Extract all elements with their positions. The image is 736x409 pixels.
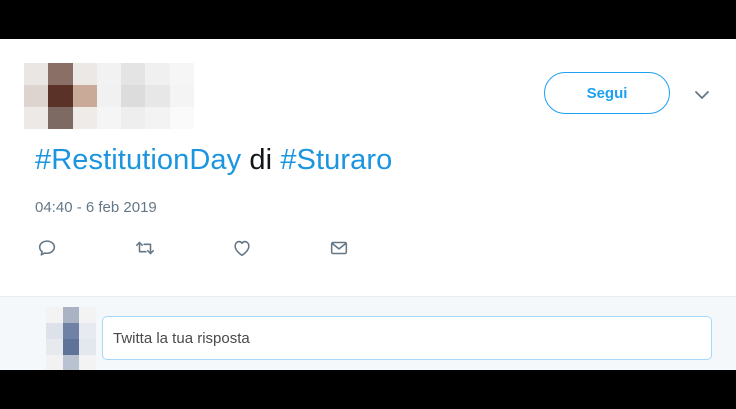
tweet-connector: di	[241, 144, 281, 176]
blurred-author-block	[24, 63, 194, 129]
message-icon[interactable]	[328, 237, 352, 261]
reply-icon[interactable]	[36, 237, 60, 261]
reply-section	[0, 296, 736, 370]
blurred-avatar	[46, 307, 96, 370]
chevron-down-icon[interactable]	[692, 87, 712, 103]
letterbox-top	[0, 0, 736, 39]
reply-input[interactable]	[102, 316, 712, 360]
tweet-text: #RestitutionDay di #Sturaro	[35, 144, 392, 177]
tweet-timestamp[interactable]: 04:40 - 6 feb 2019	[35, 199, 157, 216]
hashtag-link[interactable]: #Sturaro	[280, 144, 392, 176]
letterbox-bottom	[0, 370, 736, 409]
follow-button[interactable]: Segui	[544, 72, 670, 114]
hashtag-link[interactable]: #RestitutionDay	[35, 144, 241, 176]
retweet-icon[interactable]	[134, 237, 158, 261]
tweet-card: Segui #RestitutionDay di #Sturaro 04:40 …	[0, 39, 736, 370]
follow-label: Segui	[586, 84, 628, 102]
like-icon[interactable]	[231, 237, 255, 261]
